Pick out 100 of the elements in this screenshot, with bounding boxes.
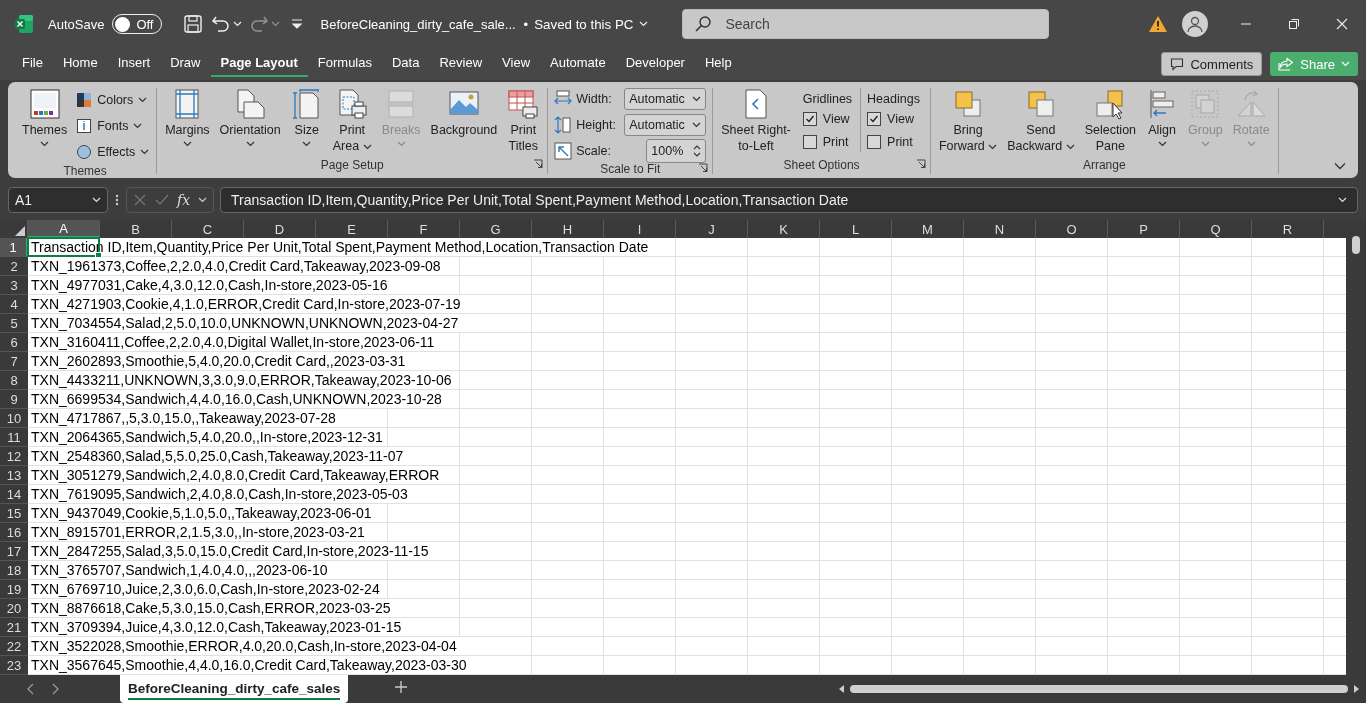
ribbon-button[interactable]: Send Backward	[1003, 88, 1079, 154]
ribbon-tab[interactable]: Insert	[107, 51, 161, 77]
select-all-icon[interactable]	[15, 226, 25, 236]
row-header[interactable]: 2	[0, 257, 28, 276]
column-header[interactable]: K	[748, 220, 820, 238]
cell-text: TXN_8915701,ERROR,2,1.5,3.0,,In-store,2023-03-21	[28, 523, 368, 541]
ribbon-button[interactable]: Align	[1142, 88, 1183, 147]
row-header[interactable]: 10	[0, 409, 28, 428]
previous-sheet-icon[interactable]	[26, 683, 34, 695]
ribbon-tab[interactable]: Formulas	[307, 51, 382, 77]
ribbon-tab[interactable]: Help	[694, 51, 742, 77]
search-field[interactable]: Search	[682, 9, 1050, 39]
ribbon-tab[interactable]: Draw	[160, 51, 211, 77]
row-header[interactable]: 13	[0, 466, 28, 485]
row-header[interactable]: 15	[0, 504, 28, 523]
autosave-label: AutoSave	[48, 16, 105, 32]
row-header[interactable]: 11	[0, 428, 28, 447]
column-header[interactable]: L	[820, 220, 892, 238]
row-header[interactable]: 3	[0, 276, 28, 295]
row-header[interactable]: 21	[0, 618, 28, 637]
account-avatar[interactable]	[1182, 11, 1208, 37]
checkbox[interactable]	[867, 112, 882, 126]
row-header[interactable]: 23	[0, 656, 28, 675]
ribbon-tab[interactable]: Automate	[540, 51, 616, 77]
dialog-launcher-icon[interactable]	[915, 159, 926, 169]
column-header[interactable]: O	[1036, 220, 1108, 238]
column-header[interactable]: A	[28, 220, 100, 238]
enter-icon[interactable]	[155, 193, 169, 207]
ribbon-button[interactable]: Colors	[73, 88, 153, 112]
ribbon-tab[interactable]: Page Layout	[210, 51, 308, 77]
warning-icon[interactable]	[1148, 15, 1168, 33]
row-header[interactable]: 1	[0, 238, 28, 257]
ribbon-button[interactable]: Selection Pane	[1080, 88, 1141, 154]
print-area-icon	[336, 88, 369, 120]
checkbox[interactable]	[802, 112, 817, 126]
save-status-button[interactable]: Saved to this PC	[534, 16, 649, 32]
row-header[interactable]: 18	[0, 561, 28, 580]
ribbon-tab[interactable]: View	[492, 51, 541, 77]
row-header[interactable]: 12	[0, 447, 28, 466]
row-header[interactable]: 5	[0, 314, 28, 333]
collapse-ribbon-icon[interactable]	[1334, 162, 1346, 170]
ribbon-button[interactable]: Sheet Right- to-Left	[717, 88, 795, 154]
row-header[interactable]: 14	[0, 485, 28, 504]
ribbon-button[interactable]: Fonts	[73, 114, 153, 138]
ribbon-button[interactable]: Background	[426, 88, 502, 138]
ribbon-tab[interactable]: Review	[429, 51, 493, 77]
row-header[interactable]: 7	[0, 352, 28, 371]
group-label: Themes	[63, 164, 107, 178]
ribbon-button[interactable]: Margins	[161, 88, 214, 147]
ribbon-button[interactable]: Effects	[73, 140, 153, 164]
checkbox-label: Print	[887, 135, 913, 149]
row-header[interactable]: 19	[0, 580, 28, 599]
caret-icon	[92, 197, 101, 203]
insert-function-button[interactable]: fx	[177, 192, 191, 208]
dropdown-field[interactable]: Automatic	[624, 114, 707, 136]
dropdown-field[interactable]: Automatic	[624, 88, 707, 110]
row-header[interactable]: 22	[0, 637, 28, 656]
caret-icon	[133, 123, 143, 129]
name-box[interactable]: A1	[8, 187, 108, 213]
column-header[interactable]: N	[964, 220, 1036, 238]
caret-icon	[988, 144, 998, 150]
column-header[interactable]: J	[676, 220, 748, 238]
sheet-tab[interactable]: BeforeCleaning_dirty_cafe_sales	[120, 675, 349, 703]
ribbon-tab[interactable]: Developer	[615, 51, 695, 77]
ribbon-tab[interactable]: Data	[382, 51, 430, 77]
column-header[interactable]: Q	[1180, 220, 1252, 238]
ribbon-tab[interactable]: File	[12, 51, 53, 77]
row-header[interactable]: 6	[0, 333, 28, 352]
row-header[interactable]: 17	[0, 542, 28, 561]
next-sheet-icon[interactable]	[52, 683, 60, 695]
row-header[interactable]: 8	[0, 371, 28, 390]
row-header[interactable]: 9	[0, 390, 28, 409]
close-icon	[1336, 18, 1348, 30]
ribbon-button[interactable]: Bring Forward	[934, 88, 1002, 154]
scroll-left-icon[interactable]	[838, 685, 846, 693]
checkbox[interactable]	[802, 135, 817, 149]
formula-field[interactable]: Transaction ID,Item,Quantity,Price Per Unit,Total Spent,Payment Method,Location,Transaction Date	[220, 187, 1358, 213]
ribbon-button[interactable]: Print Titles	[503, 88, 544, 154]
dialog-launcher-icon[interactable]	[533, 159, 544, 169]
cancel-icon[interactable]	[133, 193, 147, 207]
ribbon-tab[interactable]: Home	[52, 51, 108, 77]
row-header[interactable]: 16	[0, 523, 28, 542]
column-header[interactable]: M	[892, 220, 964, 238]
ribbon-button[interactable]: Orientation	[215, 88, 285, 147]
ribbon-button[interactable]: Themes	[18, 88, 72, 147]
row-header[interactable]: 4	[0, 295, 28, 314]
scale-spinner[interactable]: 100%	[646, 139, 707, 163]
dialog-launcher-icon[interactable]	[698, 163, 709, 173]
comments-button[interactable]: Comments	[1161, 52, 1263, 76]
row-header[interactable]: 20	[0, 599, 28, 618]
cell-text: TXN_6769710,Juice,2,3.0,6.0,Cash,In-store,2023-02-24	[28, 580, 383, 598]
add-sheet-icon[interactable]	[394, 680, 409, 694]
caret-icon	[1065, 144, 1075, 150]
checkbox[interactable]	[867, 135, 882, 149]
scroll-right-icon[interactable]	[1352, 685, 1360, 693]
ribbon-button[interactable]: Print Area	[328, 88, 376, 154]
ribbon-button[interactable]: Size	[286, 88, 327, 147]
more-options-icon	[114, 193, 120, 207]
group-label: Sheet Options	[783, 158, 860, 172]
column-header[interactable]: P	[1108, 220, 1180, 238]
